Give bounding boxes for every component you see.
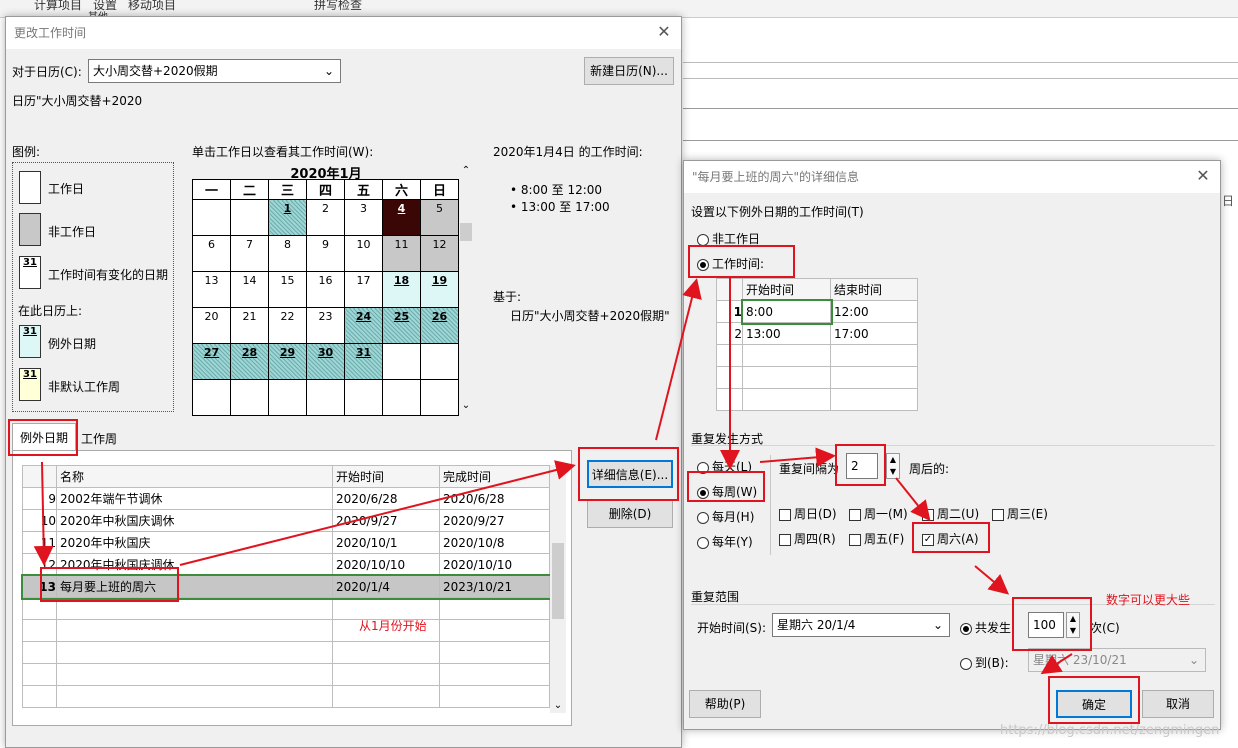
watermark: https://blog.csdn.net/zengmingen [1000,723,1220,738]
arrow [655,278,702,441]
arrow [759,447,836,468]
arrow [895,477,931,522]
annotation-arrows [33,278,1073,675]
arrow [179,460,576,566]
arrow [33,461,54,566]
arrow [974,565,1010,595]
arrow [1040,653,1073,675]
